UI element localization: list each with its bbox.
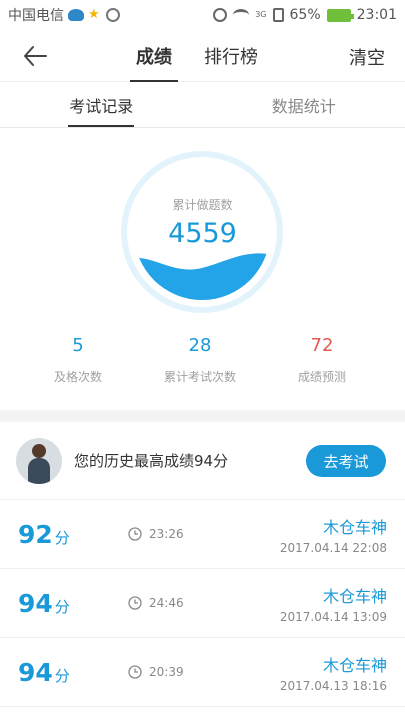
clock-icon (128, 527, 142, 541)
score-number: 94 (18, 658, 53, 687)
record-date: 2017.04.14 13:09 (279, 610, 387, 624)
clock-time: 23:01 (356, 7, 397, 23)
back-button[interactable] (22, 43, 48, 69)
record-duration: 23:26 (149, 527, 184, 541)
gauge-label: 累计做题数 (172, 198, 233, 212)
best-score-text: 您的历史最高成绩94分 (74, 452, 229, 470)
clock-icon (128, 665, 142, 679)
section-divider (0, 410, 405, 422)
weather-icon (68, 9, 84, 21)
record-duration: 24:46 (149, 596, 184, 610)
list-item[interactable]: 92 分 23:26 木仓车神 2017.04.14 22:08 (0, 500, 405, 569)
stat-score-prediction: 72 成绩预测 (262, 334, 382, 385)
stat-pass-count: 5 及格次数 (18, 334, 138, 385)
score-unit: 分 (54, 598, 70, 616)
stat-label: 累计考试次数 (163, 370, 236, 384)
sim-icon (272, 8, 284, 22)
carrier-label: 中国电信 (8, 8, 64, 24)
top-nav: 成绩 排行榜 清空 (0, 30, 405, 82)
subtab-data-stats[interactable]: 数据统计 (203, 82, 405, 127)
clock-icon (128, 596, 142, 610)
record-name: 木仓车神 (322, 587, 387, 606)
record-name: 木仓车神 (322, 656, 387, 675)
best-score-banner: 您的历史最高成绩94分 去考试 (0, 422, 405, 500)
status-left: 中国电信 ★ (8, 5, 120, 25)
tab-score[interactable]: 成绩 (130, 30, 178, 82)
exam-record-list: 92 分 23:26 木仓车神 2017.04.14 22:08 94 分 24:4… (0, 500, 405, 707)
gauge-value: 4559 (168, 218, 237, 249)
record-score: 92 分 (18, 520, 70, 549)
stat-exam-count: 28 累计考试次数 (140, 334, 260, 385)
record-score: 94 分 (18, 658, 70, 687)
record-score: 94 分 (18, 589, 70, 618)
tab-ranking[interactable]: 排行榜 (198, 30, 264, 82)
stat-value: 5 (72, 335, 84, 356)
clear-button[interactable]: 清空 (349, 44, 385, 70)
score-number: 92 (18, 520, 53, 549)
sub-tabs: 考试记录 数据统计 (0, 82, 405, 128)
stat-value: 72 (310, 335, 334, 356)
score-unit: 分 (54, 529, 70, 547)
status-right: 3G 65% 23:01 (213, 7, 397, 23)
avatar-body (28, 458, 50, 484)
record-date: 2017.04.14 22:08 (279, 541, 387, 555)
record-duration: 20:39 (149, 665, 184, 679)
stat-value: 28 (188, 335, 212, 356)
take-exam-button[interactable]: 去考试 (306, 445, 386, 477)
list-item[interactable]: 94 分 20:39 木仓车神 2017.04.13 18:16 (0, 638, 405, 707)
battery-icon (326, 8, 354, 22)
avatar-head (32, 444, 46, 458)
list-item[interactable]: 94 分 24:46 木仓车神 2017.04.14 13:09 (0, 569, 405, 638)
star-icon: ★ (88, 7, 100, 22)
battery-percent: 65% (289, 7, 321, 23)
status-bar: 中国电信 ★ 3G 65% 23:01 (0, 0, 405, 30)
subtab-exam-records[interactable]: 考试记录 (0, 82, 203, 127)
stat-label: 成绩预测 (297, 370, 346, 384)
record-date: 2017.04.13 18:16 (279, 679, 387, 693)
main-tabs: 成绩 排行榜 (130, 30, 264, 82)
record-name: 木仓车神 (322, 518, 387, 537)
stats-row: 5 及格次数 28 累计考试次数 72 成绩预测 (0, 334, 405, 394)
wifi-icon (233, 9, 250, 21)
settings-icon (106, 8, 120, 22)
stat-label: 及格次数 (53, 370, 102, 384)
avatar[interactable] (16, 438, 62, 484)
score-number: 94 (18, 589, 53, 618)
network-type: 3G (255, 10, 267, 19)
score-unit: 分 (54, 667, 70, 685)
arrow-left-icon (24, 46, 47, 66)
alarm-icon (213, 8, 228, 22)
